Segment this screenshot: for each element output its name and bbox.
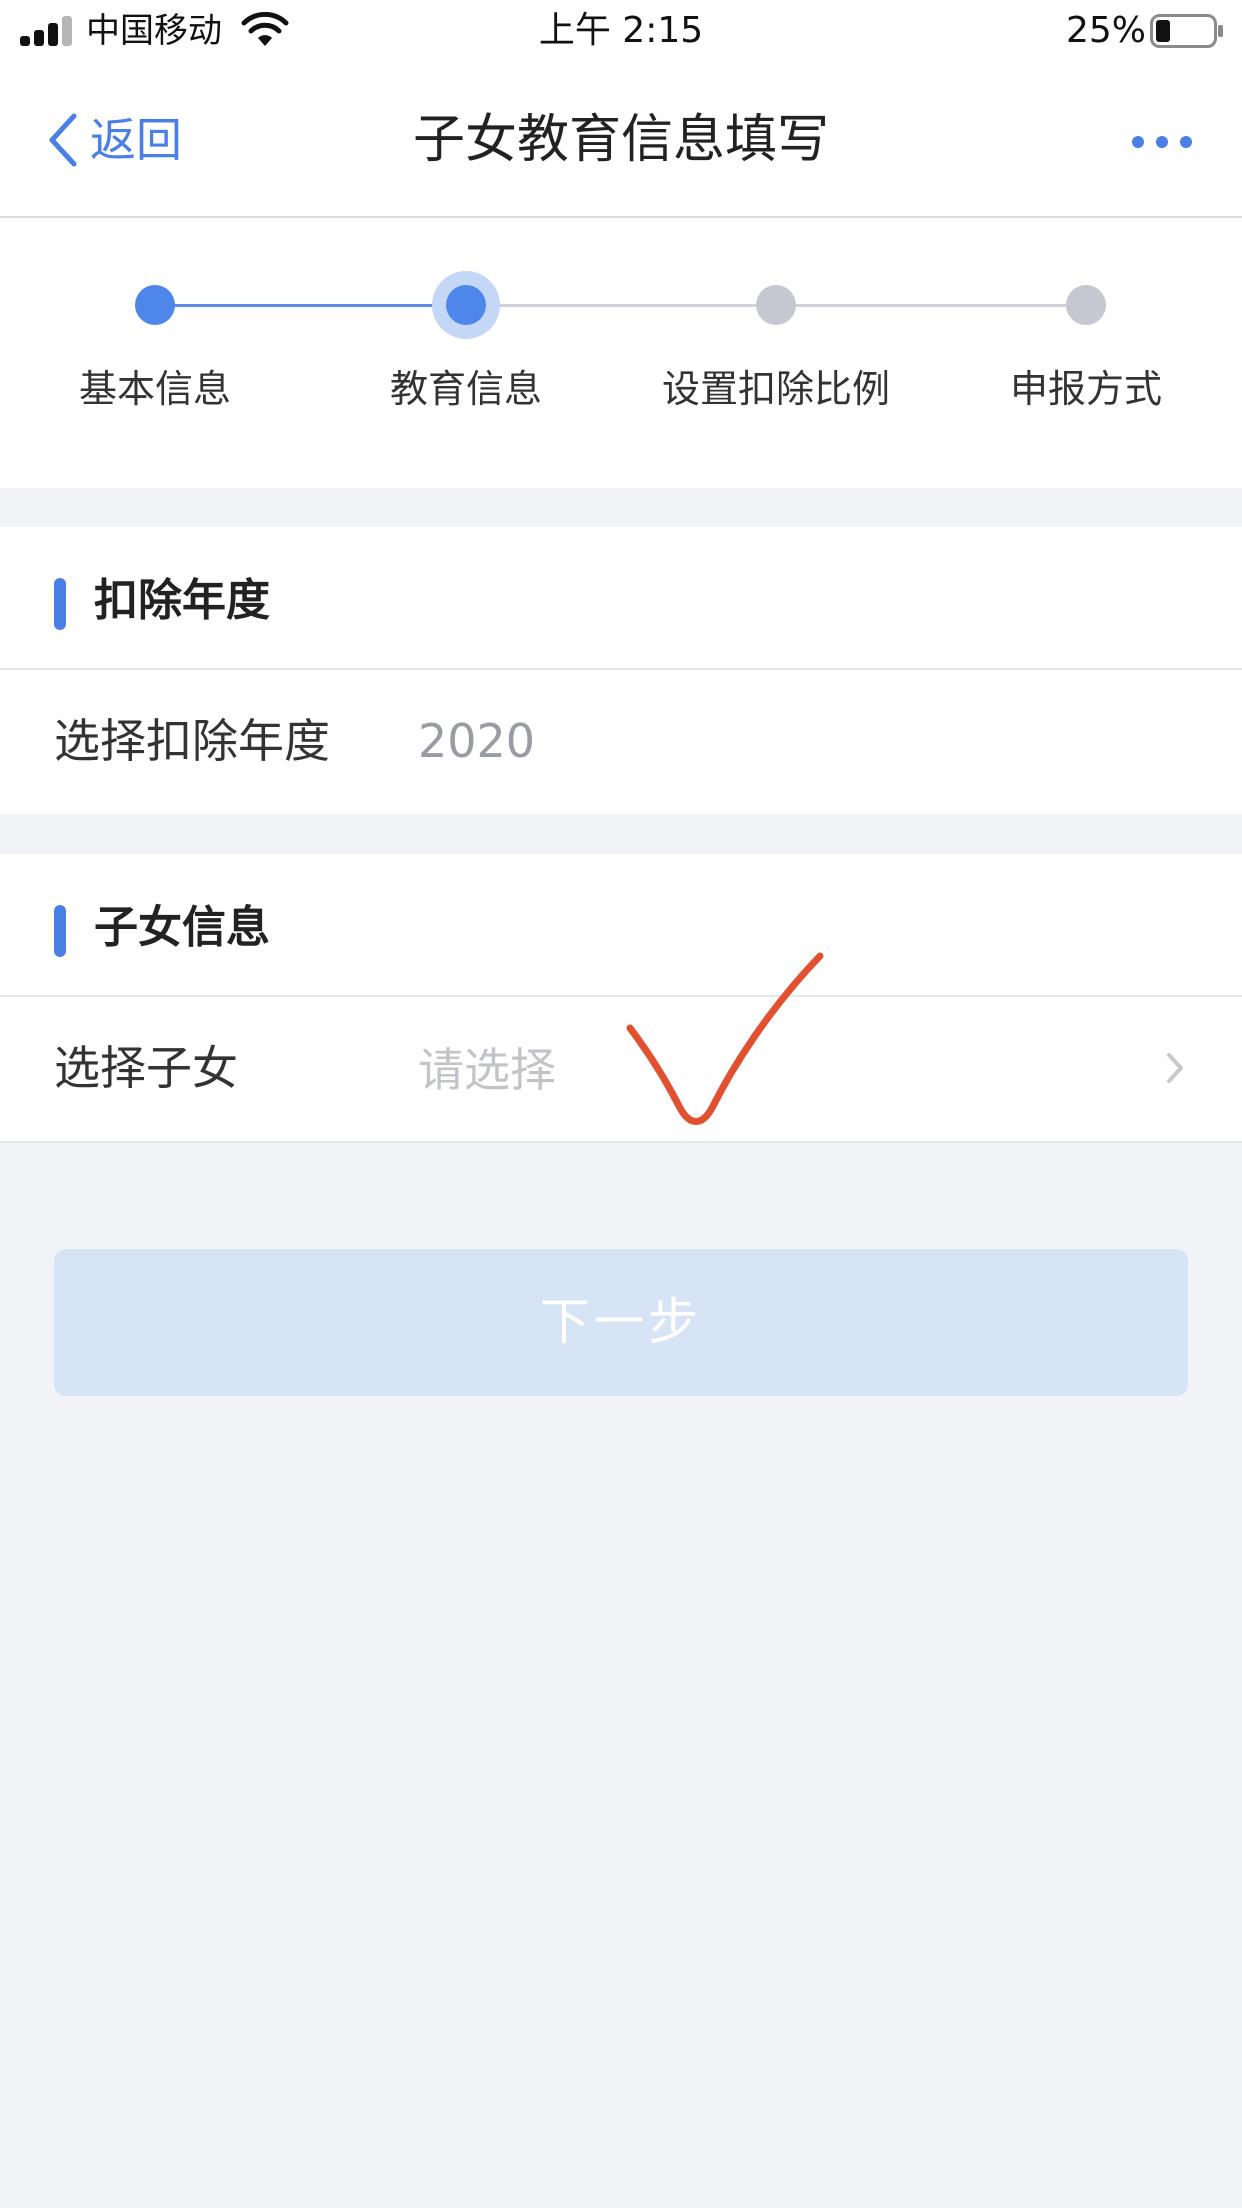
section-header: 扣除年度 xyxy=(0,527,1242,670)
child-info-section: 子女信息 选择子女 请选择 xyxy=(0,854,1242,1143)
step-4-dot xyxy=(1066,285,1106,325)
deduction-year-label: 选择扣除年度 xyxy=(54,714,330,768)
step-connector xyxy=(155,304,466,307)
step-connector xyxy=(466,304,776,307)
next-step-button[interactable]: 下一步 xyxy=(54,1249,1188,1396)
step-label-basic-info: 基本信息 xyxy=(78,367,231,411)
step-connector xyxy=(776,304,1086,307)
select-child-row[interactable]: 选择子女 请选择 xyxy=(0,997,1242,1143)
section-accent-bar xyxy=(54,905,66,957)
status-time: 上午 2:15 xyxy=(538,10,704,51)
step-3-dot xyxy=(756,285,796,325)
chevron-right-icon xyxy=(1167,1053,1183,1083)
step-label-declaration-method: 申报方式 xyxy=(1009,367,1162,411)
battery-percent: 25% xyxy=(1065,10,1146,51)
navigation-bar: 返回 子女教育信息填写 xyxy=(0,64,1242,218)
select-child-label: 选择子女 xyxy=(54,1041,238,1095)
deduction-year-value: 2020 xyxy=(418,714,536,768)
more-dots-icon xyxy=(1132,136,1144,148)
step-label-education-info: 教育信息 xyxy=(389,367,542,411)
status-bar: 中国移动 上午 2:15 25% xyxy=(0,0,1242,64)
deduction-year-row[interactable]: 选择扣除年度 2020 xyxy=(0,670,1242,812)
section-title-year: 扣除年度 xyxy=(94,575,270,626)
step-label-deduction-ratio: 设置扣除比例 xyxy=(661,367,890,411)
step-2-dot xyxy=(446,285,486,325)
deduction-year-section: 扣除年度 选择扣除年度 2020 xyxy=(0,527,1242,814)
section-header: 子女信息 xyxy=(0,854,1242,997)
step-1-dot xyxy=(135,285,175,325)
page-title: 子女教育信息填写 xyxy=(412,110,829,170)
row-divider xyxy=(0,1141,1242,1143)
section-accent-bar xyxy=(54,578,66,630)
more-options-button[interactable] xyxy=(1132,134,1192,150)
section-title-child: 子女信息 xyxy=(94,902,270,953)
battery-icon xyxy=(1150,14,1223,48)
progress-stepper: 基本信息 教育信息 设置扣除比例 申报方式 xyxy=(0,218,1242,488)
select-child-placeholder: 请选择 xyxy=(418,1043,556,1097)
